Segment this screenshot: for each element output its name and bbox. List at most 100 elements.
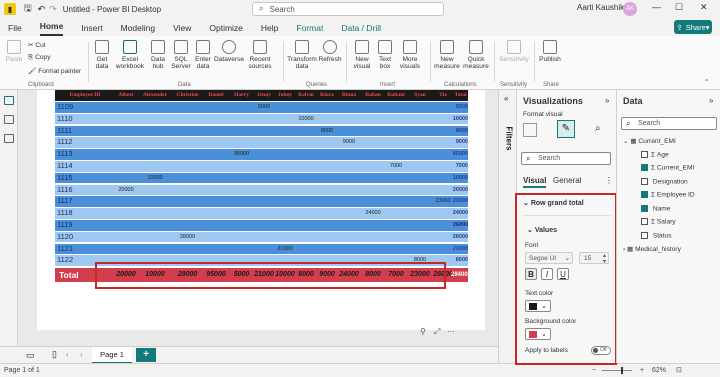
column-header[interactable]: Syan [407,90,433,101]
cut-button[interactable]: ✂ Cut [28,41,46,49]
focus-mode-icon[interactable]: ⤢ [434,327,440,337]
sensitivity-button[interactable]: Sensitivity [498,40,530,63]
column-header[interactable]: Christine [173,90,202,101]
viz-search-input[interactable]: ⌕ Search [521,152,611,165]
tab-data-drill[interactable]: Data / Drill [341,23,381,36]
tab-view[interactable]: View [173,23,191,36]
font-family-select[interactable]: Segoe UI ⌄ [525,252,573,264]
fit-page-icon[interactable]: ⊡ [676,366,682,374]
font-size-stepper[interactable]: 15 ▴ ▾ [579,252,609,265]
enter-data-button[interactable]: Enter data [193,40,213,70]
table-row[interactable]: 1118 24000 24000 [55,208,468,219]
text-color-picker[interactable]: ⌄ [525,300,551,312]
column-header[interactable]: Rinna [337,90,361,101]
bold-button[interactable]: B [525,268,537,280]
table-row[interactable]: 1120 28000 28000 [55,231,468,243]
field-item[interactable]: Name [641,204,670,212]
checkbox[interactable] [641,204,648,212]
transform-data-button[interactable]: Transform data [286,40,318,70]
collapse-ribbon-icon[interactable]: ⌃ [704,78,710,86]
dataverse-button[interactable]: Dataverse [214,40,244,63]
filter-icon[interactable]: ⚲ [420,327,426,336]
zoom-in-icon[interactable]: + [640,367,644,374]
data-hub-button[interactable]: Data hub [147,40,169,70]
table-row[interactable]: 1112 9000 9000 [55,137,468,148]
column-header[interactable]: Ruhani [385,90,407,101]
field-item[interactable]: Σ Current_EMI [641,164,694,171]
desktop-layout-icon[interactable]: ▭ [26,350,35,361]
table-row[interactable]: 1121 21000 21000 [55,243,468,255]
field-item[interactable]: Designation [641,177,688,185]
analytics-icon[interactable]: ⌕ [595,123,601,134]
collapse-viz-icon[interactable]: » [605,96,609,105]
data-search-input[interactable]: ⌕ Search [621,117,717,130]
checkbox[interactable] [641,231,648,239]
build-visual-icon[interactable] [523,123,537,137]
undo-icon[interactable]: ↶ [38,4,46,15]
table-row[interactable]: 1110 10000 10000 [55,113,468,125]
column-header[interactable]: Total [453,90,468,101]
expand-filters-icon[interactable]: « [504,94,508,103]
column-header[interactable]: Employee ID [55,90,115,101]
sql-server-button[interactable]: SQL Server [170,40,192,70]
table-row[interactable]: 1109 5000 5000 [55,102,468,113]
field-item[interactable]: Σ Employee ID [641,191,695,198]
row-grand-total-section[interactable]: ⌄ Row grand total [523,199,584,207]
format-painter-button[interactable]: 🖌 Format painter [28,67,81,75]
copy-button[interactable]: ⎘ Copy [28,54,51,62]
tab-home[interactable]: Home [39,21,64,36]
table-node[interactable]: › ▦ Medical_history [623,245,681,253]
table-view-icon[interactable] [3,115,14,124]
table-row[interactable]: 1113 95000 95000 [55,149,468,160]
matrix-visual[interactable]: Employee ID Albert Alexender Christine Danie… [55,90,471,284]
mobile-layout-icon[interactable]: ▯ [52,349,57,360]
tab-general[interactable]: General [553,176,581,185]
column-header[interactable]: Kelvin [295,90,317,101]
field-item[interactable]: Σ Age [641,150,669,158]
model-view-icon[interactable] [3,134,14,143]
add-page-button[interactable]: + [136,348,156,362]
table-row[interactable]: 1111 8000 8000 [55,125,468,137]
tab-format[interactable]: Format [296,23,323,36]
background-color-picker[interactable]: ⌄ [525,328,551,340]
new-visual-button[interactable]: New visual [350,40,374,70]
zoom-thumb[interactable] [621,367,623,374]
text-box-button[interactable]: Text box [376,40,394,70]
table-row[interactable]: 1117 23000 23000 [55,196,468,207]
column-header[interactable]: Jenny [253,90,275,101]
checkbox[interactable] [641,191,648,198]
field-item[interactable]: Σ Salary [641,218,676,225]
share-button[interactable]: ⇪ Share ▾ [674,20,712,34]
maximize-icon[interactable]: ☐ [675,2,683,13]
tab-page-1[interactable]: Page 1 [92,347,132,364]
more-options-icon[interactable]: ⋯ [447,327,455,336]
column-header[interactable]: Alexender [137,90,173,101]
table-node[interactable]: ⌄ ▦ Current_EMI [623,137,676,145]
publish-button[interactable]: Publish [538,40,562,63]
tab-optimize[interactable]: Optimize [209,23,243,36]
avatar[interactable]: AK [623,2,637,16]
checkbox[interactable] [641,177,648,185]
tab-modeling[interactable]: Modeling [121,23,156,36]
quick-measure-button[interactable]: Quick measure [462,40,490,70]
column-header[interactable]: Daniel [202,90,230,101]
more-options-icon[interactable]: ⋮ [605,176,613,185]
more-visuals-button[interactable]: More visuals [396,40,424,70]
collapse-data-icon[interactable]: » [709,96,713,105]
tab-file[interactable]: File [8,23,22,36]
paste-button[interactable]: Paste [4,40,24,63]
checkbox[interactable] [641,150,648,158]
recent-sources-button[interactable]: Recent sources [245,40,275,70]
column-header[interactable]: Klara [317,90,337,101]
table-row[interactable]: 1119 26000 26000 [55,220,468,231]
table-row[interactable]: 1116 20000 20000 [55,184,468,196]
save-icon[interactable]: 🖫 [24,1,32,17]
new-measure-button[interactable]: New measure [433,40,461,70]
table-row[interactable]: 1114 7000 7000 [55,161,468,172]
zoom-out-icon[interactable]: − [592,367,596,374]
tab-insert[interactable]: Insert [81,23,102,36]
close-icon[interactable]: ✕ [700,2,708,13]
excel-workbook-button[interactable]: Excel workbook [114,40,146,70]
next-page-icon[interactable]: › [80,350,83,359]
tab-visual[interactable]: Visual [523,176,547,188]
